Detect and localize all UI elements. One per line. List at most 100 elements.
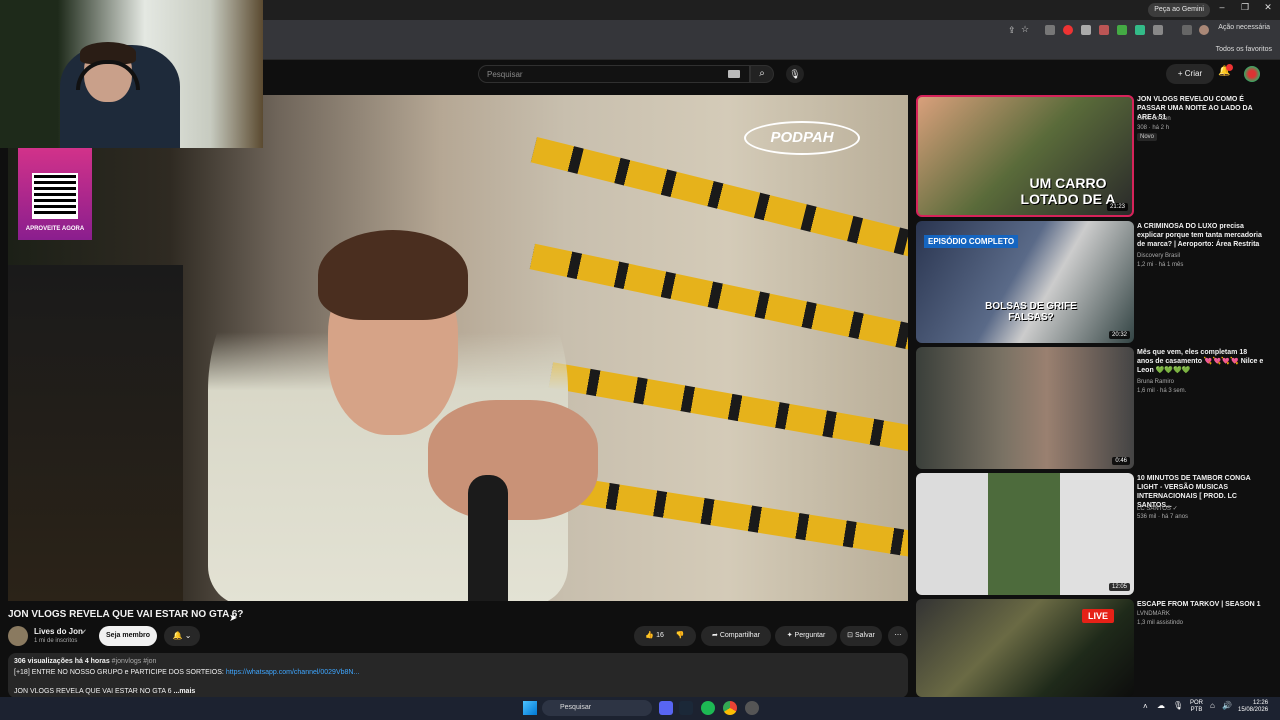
webcam-overlay (0, 0, 263, 148)
minimize-icon[interactable]: – (1212, 2, 1232, 12)
tray-chevron-icon[interactable]: ˄ (1143, 702, 1148, 711)
recommendation-title[interactable]: ESCAPE FROM TARKOV | SEASON 1 (1137, 600, 1265, 609)
share-icon: ➦ (712, 632, 720, 639)
channel-avatar[interactable] (8, 626, 28, 646)
duration-badge: 12:05 (1108, 583, 1130, 591)
recommendation-item[interactable]: LIVE ESCAPE FROM TARKOV | SEASON 1 LVNDM… (916, 599, 1266, 697)
caution-tape (568, 477, 908, 559)
video-thumbnail[interactable]: 0:46 (916, 347, 1134, 469)
video-player[interactable] (8, 95, 908, 601)
thumbs-down-icon[interactable]: 👎 (676, 632, 685, 639)
tray-mic-icon[interactable]: 🎙 (1173, 701, 1183, 710)
recommendation-meta: 1,3 mil assistindo (1137, 620, 1184, 626)
bookmark-icon: ⊡ (847, 632, 855, 639)
recommendation-channel[interactable]: Lives do Jon (1137, 116, 1171, 122)
system-clock[interactable]: 12:26 15/08/2026 (1238, 700, 1268, 714)
action-needed-button[interactable]: Ação necessária (1218, 24, 1270, 31)
recommendation-title[interactable]: Mês que vem, eles completam 18 anos de c… (1137, 348, 1265, 375)
thumbnail-caption: BOLSAS DE GRIFE FALSAS? (985, 301, 1077, 323)
restore-icon[interactable]: ❐ (1235, 2, 1255, 13)
all-bookmarks-button[interactable]: Todos os favoritos (1216, 46, 1272, 53)
ask-label: Perguntar (794, 632, 826, 639)
whatsapp-link[interactable]: https://whatsapp.com/channel/0029Vb8N... (226, 669, 359, 676)
ask-button[interactable]: ✦ Perguntar (775, 626, 837, 646)
like-count: 16 (656, 632, 664, 639)
volume-icon[interactable]: 🔊 (1222, 701, 1232, 710)
chrome-icon[interactable] (723, 701, 737, 715)
extension-icon[interactable] (1081, 25, 1091, 35)
extension-icon[interactable] (1135, 25, 1145, 35)
save-label: Salvar (854, 632, 875, 639)
video-thumbnail[interactable]: UM CARRO LOTADO DE A 21:23 (916, 95, 1134, 217)
network-icon[interactable]: ⌂ (1210, 701, 1215, 710)
taskbar-search-input[interactable]: Pesquisar (542, 700, 652, 716)
microphone-icon[interactable]: 🎙 (786, 65, 804, 83)
description-line: JON VLOGS REVELA QUE VAI ESTAR NO GTA 6 … (14, 688, 196, 695)
onedrive-icon[interactable]: ☁ (1157, 701, 1165, 710)
notification-badge (1226, 64, 1233, 71)
obs-icon[interactable] (745, 701, 759, 715)
caution-tape (530, 137, 908, 259)
show-more-link[interactable]: ...mais (174, 688, 196, 695)
extension-icon[interactable] (1045, 25, 1055, 35)
subscriber-count: 1 mi de inscritos (34, 638, 78, 644)
close-icon[interactable]: ✕ (1258, 2, 1278, 13)
video-thumbnail[interactable]: LIVE (916, 599, 1134, 697)
collectibles-shelf (8, 265, 183, 601)
more-actions-icon[interactable]: ⋯ (888, 626, 908, 646)
recommendation-meta: 536 mil · há 7 anos (1137, 514, 1189, 520)
recommendation-meta: 1,6 mil · há 3 sem. (1137, 388, 1187, 394)
caution-tape (548, 362, 908, 454)
sparkle-icon: ✦ (786, 632, 795, 639)
thumbs-up-icon[interactable]: 👍 (645, 632, 654, 639)
recommendation-item[interactable]: 0:46 Mês que vem, eles completam 18 anos… (916, 347, 1266, 469)
new-badge: Novo (1137, 133, 1158, 141)
recommendation-meta: 1,2 mi · há 1 mês (1137, 262, 1184, 268)
qr-code (32, 173, 78, 219)
recommendation-meta: 308 · há 2 h (1137, 125, 1170, 131)
recommendation-item[interactable]: 12:05 10 MINUTOS DE TAMBOR CONGA LIGHT -… (916, 473, 1266, 595)
description-line: [+18] ENTRE NO NOSSO GRUPO e PARTICIPE D… (14, 669, 360, 676)
account-avatar[interactable] (1244, 66, 1260, 82)
steam-icon[interactable] (679, 701, 693, 715)
download-icon[interactable] (1182, 25, 1192, 35)
search-icon[interactable]: ⌕ (750, 65, 774, 83)
recommendation-channel[interactable]: LVNDMARK (1137, 611, 1170, 617)
video-thumbnail[interactable]: 12:05 (916, 473, 1134, 595)
extension-icon[interactable] (1099, 25, 1109, 35)
video-thumbnail[interactable]: EPISÓDIO COMPLETO BOLSAS DE GRIFE FALSAS… (916, 221, 1134, 343)
gemini-button[interactable]: Peça ao Gemini (1148, 3, 1210, 17)
extensions-puzzle-icon[interactable] (1153, 25, 1163, 35)
windows-start-icon[interactable] (523, 701, 537, 715)
channel-name[interactable]: Lives do Jon (34, 627, 83, 636)
share-button[interactable]: ➦ Compartilhar (701, 626, 771, 646)
recommendation-title[interactable]: A CRIMINOSA DO LUXO precisa explicar por… (1137, 222, 1265, 249)
share-page-icon[interactable]: ⇪ (1008, 25, 1016, 36)
recommendation-channel[interactable]: Discovery Brasil (1137, 253, 1180, 259)
recommendation-item[interactable]: EPISÓDIO COMPLETO BOLSAS DE GRIFE FALSAS… (916, 221, 1266, 343)
podcast-microphone (468, 475, 508, 601)
extension-icon[interactable] (1117, 25, 1127, 35)
bookmark-star-icon[interactable]: ☆ (1021, 24, 1029, 35)
subscription-bell-button[interactable]: 🔔 ⌄ (164, 626, 200, 646)
recommendation-channel[interactable]: Bruna Ramiro (1137, 379, 1174, 385)
save-button[interactable]: ⊡ Salvar (840, 626, 882, 646)
profile-icon[interactable] (1199, 25, 1209, 35)
duration-badge: 21:23 (1106, 203, 1128, 211)
recommendation-channel[interactable]: LC SANTOS ✓ (1137, 505, 1178, 512)
extension-icon[interactable] (1063, 25, 1073, 35)
search-input[interactable]: Pesquisar (478, 65, 750, 83)
create-button[interactable]: + Criar (1166, 64, 1214, 84)
episode-tag: EPISÓDIO COMPLETO (924, 235, 1019, 248)
guest-hair (318, 230, 468, 320)
join-member-button[interactable]: Seja membro (99, 626, 157, 646)
recommendation-item[interactable]: UM CARRO LOTADO DE A 21:23 JON VLOGS REV… (916, 95, 1266, 217)
caution-tape (529, 243, 908, 353)
spotify-icon[interactable] (701, 701, 715, 715)
language-indicator[interactable]: POR PTB (1190, 700, 1203, 714)
discord-icon[interactable] (659, 701, 673, 715)
keyboard-icon[interactable] (728, 70, 740, 78)
duration-badge: 20:32 (1108, 331, 1130, 339)
duration-badge: 0:46 (1112, 457, 1130, 465)
like-dislike-button[interactable]: 👍 16 👎 (634, 626, 696, 646)
